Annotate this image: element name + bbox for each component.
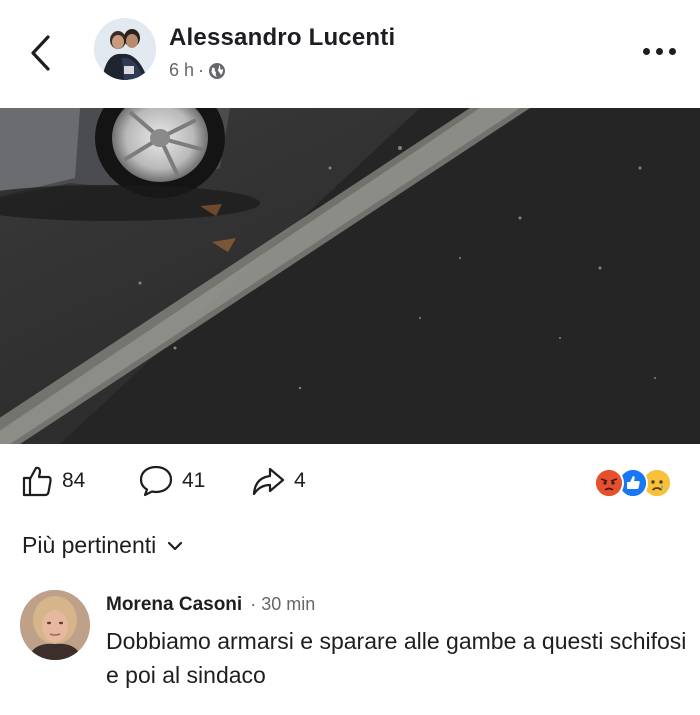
- reaction-summary[interactable]: [594, 468, 684, 498]
- share-arrow-icon: [252, 467, 285, 496]
- chevron-down-icon: [168, 541, 183, 550]
- dot-icon: [668, 47, 676, 55]
- post-meta: 6 h ·: [169, 60, 226, 81]
- meta-separator: ·: [198, 60, 205, 80]
- post-photo[interactable]: [0, 108, 700, 444]
- commenter-avatar[interactable]: [20, 590, 90, 660]
- more-options-button[interactable]: [636, 36, 682, 66]
- post-actions-bar: 84 41 4: [0, 458, 700, 514]
- like-button[interactable]: 84: [20, 464, 85, 498]
- author-avatar[interactable]: [94, 18, 156, 80]
- share-count: 4: [294, 469, 306, 492]
- comment-button[interactable]: 41: [138, 464, 205, 498]
- angry-reaction-icon: [594, 468, 624, 498]
- chevron-left-icon: [31, 35, 50, 71]
- like-count: 84: [62, 469, 86, 492]
- dot-icon: [655, 47, 663, 55]
- comment-text: Dobbiamo armarsi e sparare alle gambe a …: [106, 628, 687, 688]
- share-button[interactable]: 4: [250, 464, 306, 498]
- comment-header: Morena Casoni · 30 min: [106, 594, 315, 616]
- post-time[interactable]: 6 h: [169, 60, 194, 81]
- comment-sort-dropdown[interactable]: Più pertinenti: [22, 532, 184, 559]
- comment-count: 41: [182, 469, 206, 492]
- post-header: Alessandro Lucenti 6 h ·: [0, 0, 700, 108]
- comment-time[interactable]: · 30 min: [250, 594, 315, 615]
- commenter-name[interactable]: Morena Casoni: [106, 594, 242, 616]
- dot-icon: [642, 47, 650, 55]
- globe-icon: [209, 62, 226, 79]
- sort-label: Più pertinenti: [22, 532, 157, 558]
- post-author-name[interactable]: Alessandro Lucenti: [169, 24, 395, 52]
- thumbs-up-icon: [22, 466, 52, 497]
- comment-bubble-icon: [139, 465, 173, 497]
- back-button[interactable]: [22, 30, 58, 76]
